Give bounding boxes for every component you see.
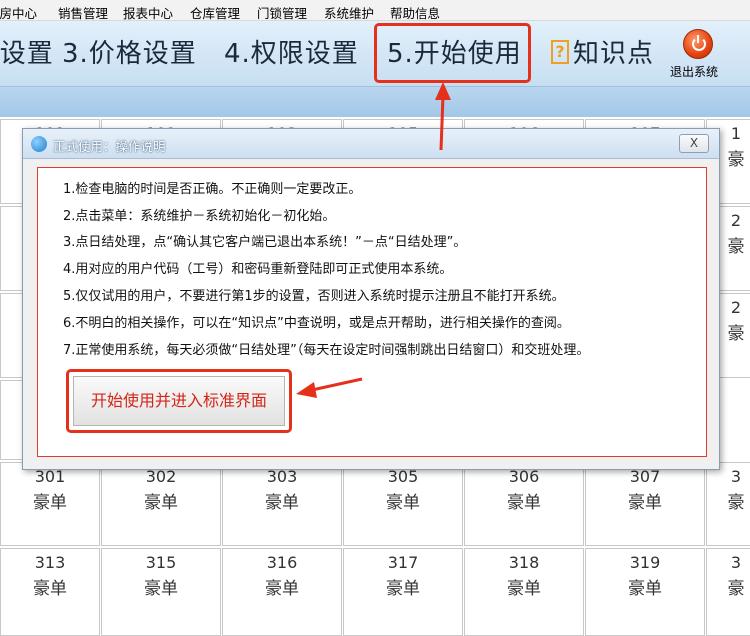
instruction-line-4: 4.用对应的用户代码（工号）和密码重新登陆即可正式使用本系统。 (63, 262, 453, 277)
instructions-dialog: 正式使用：操作说明 X 1.检查电脑的时间是否正确。不正确则一定要改正。 2.点… (22, 128, 720, 470)
toolbar: 2.设置 3.价格设置 4.权限设置 5.开始使用 ? 知识点 退出系统 (0, 21, 750, 87)
start-standard-interface-button[interactable]: 开始使用并进入标准界面 (73, 376, 285, 426)
app-icon (31, 136, 47, 152)
room-number: 3 (730, 553, 742, 572)
menu-item-sales[interactable]: 销售管理 (58, 3, 108, 22)
room-type: 豪单 (386, 493, 420, 513)
room-number: 319 (629, 553, 661, 572)
start-button-highlight: 开始使用并进入标准界面 (66, 369, 292, 433)
exit-icon[interactable] (683, 29, 713, 59)
room-tile[interactable]: 319 豪单 (585, 548, 705, 636)
toolbar-permission-settings[interactable]: 4.权限设置 (224, 33, 359, 70)
instruction-line-5: 5.仅仅试用的用户，不要进行第1步的设置，否则进入系统时提示注册且不能打开系统。 (63, 289, 565, 304)
room-type: 豪单 (628, 493, 662, 513)
dialog-title: 正式使用：操作说明 (53, 139, 166, 154)
instruction-line-3: 3.点日结处理，点“确认其它客户端已退出本系统！”－点“日结处理”。 (63, 235, 467, 250)
room-tile[interactable]: 315 豪单 (101, 548, 221, 636)
room-tile[interactable]: 3 豪 (706, 462, 750, 546)
room-type: 豪 (727, 579, 745, 599)
room-type: 豪单 (33, 493, 67, 513)
instruction-line-6: 6.不明白的相关操作，可以在“知识点”中查说明，或是点开帮助，进行相关操作的查阅… (63, 316, 570, 331)
room-type: 豪单 (507, 579, 541, 599)
room-tile[interactable]: 307 豪单 (585, 462, 705, 546)
room-type: 豪单 (628, 579, 662, 599)
room-tile[interactable]: 313 豪单 (0, 548, 100, 636)
room-type: 豪单 (507, 493, 541, 513)
room-type: 豪 (727, 493, 745, 513)
room-tile[interactable]: 318 豪单 (464, 548, 584, 636)
room-tile[interactable]: 303 豪单 (222, 462, 342, 546)
room-number: 313 (34, 553, 66, 572)
instruction-line-7: 7.正常使用系统，每天必须做“日结处理”（每天在设定时间强制跳出日结窗口）和交班… (63, 343, 590, 358)
room-tile[interactable]: 302 豪单 (101, 462, 221, 546)
toolbar-price-settings[interactable]: 3.价格设置 (62, 33, 197, 70)
exit-label[interactable]: 退出系统 (670, 63, 718, 80)
room-type: 豪单 (386, 579, 420, 599)
knowledge-icon: ? (551, 40, 569, 64)
room-type: 豪单 (265, 493, 299, 513)
room-tile[interactable]: 316 豪单 (222, 548, 342, 636)
toolbar-knowledge[interactable]: 知识点 (573, 33, 654, 70)
instruction-line-2: 2.点击菜单：系统维护－系统初始化－初化始。 (63, 209, 336, 224)
menu-item-reports[interactable]: 报表中心 (123, 3, 173, 22)
room-type: 豪单 (144, 493, 178, 513)
room-tile[interactable]: 306 豪单 (464, 462, 584, 546)
toolbar-setup[interactable]: 2.设置 (0, 33, 54, 70)
room-tile[interactable]: 301 豪单 (0, 462, 100, 546)
instruction-line-1: 1.检查电脑的时间是否正确。不正确则一定要改正。 (63, 182, 362, 197)
menu-item-door-lock[interactable]: 门锁管理 (257, 3, 307, 22)
close-button[interactable]: X (679, 134, 709, 153)
menu-item-system[interactable]: 系统维护 (324, 3, 374, 22)
room-tile[interactable]: 3 豪 (706, 548, 750, 636)
room-type: 豪单 (33, 579, 67, 599)
room-type: 豪单 (144, 579, 178, 599)
room-type: 豪单 (265, 579, 299, 599)
dialog-title-bar[interactable]: 正式使用：操作说明 X (23, 129, 719, 159)
room-number: 316 (266, 553, 298, 572)
room-tile[interactable]: 305 豪单 (343, 462, 463, 546)
menu-item-rooms[interactable]: 客房中心 (0, 3, 37, 22)
room-tile[interactable]: 317 豪单 (343, 548, 463, 636)
start-use-highlight (374, 23, 531, 83)
menu-bar: 客房中心 销售管理 报表中心 仓库管理 门锁管理 系统维护 帮助信息 (0, 0, 750, 21)
menu-item-warehouse[interactable]: 仓库管理 (190, 3, 240, 22)
menu-item-help[interactable]: 帮助信息 (390, 3, 440, 22)
room-number: 315 (145, 553, 177, 572)
room-number: 318 (508, 553, 540, 572)
room-number: 317 (387, 553, 419, 572)
status-band (0, 87, 750, 117)
